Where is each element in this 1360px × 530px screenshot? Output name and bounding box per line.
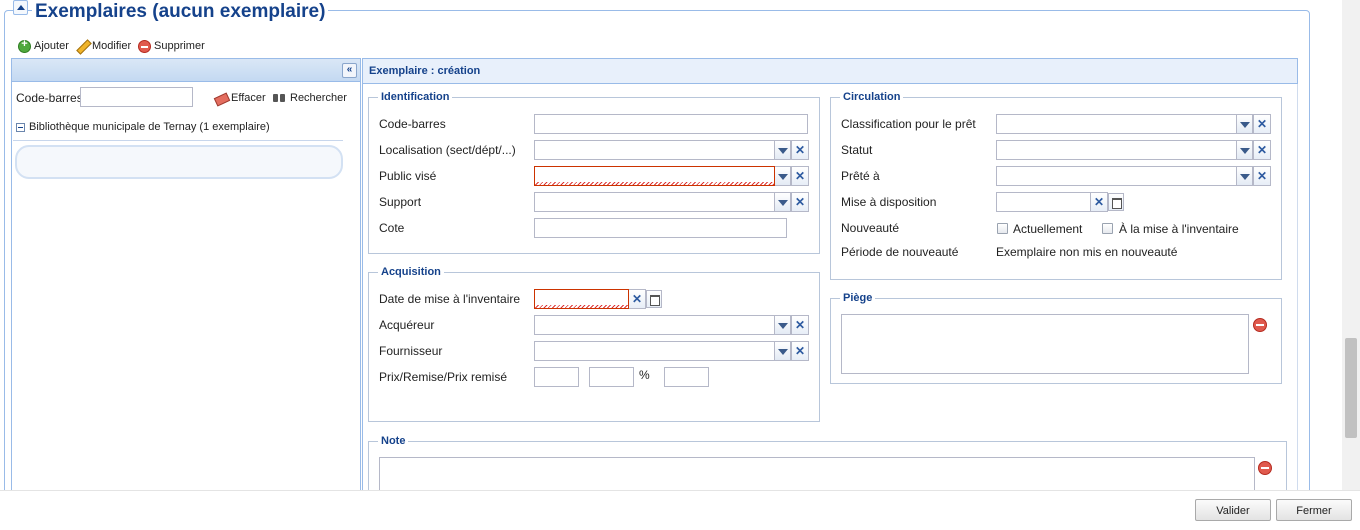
medium-dropdown-icon[interactable] (775, 192, 791, 212)
discounted-price-input[interactable] (664, 367, 709, 387)
note-legend: Note (378, 435, 409, 447)
loan-class-label: Classification pour le prêt (841, 117, 976, 131)
shelfmark-input[interactable] (534, 218, 787, 238)
status-combo[interactable] (996, 140, 1237, 160)
circulation-legend: Circulation (840, 91, 904, 103)
identification-legend: Identification (378, 91, 453, 103)
lent-to-dropdown-icon[interactable] (1237, 166, 1253, 186)
form-panel-header (362, 58, 1298, 84)
novelty-inventory-label: À la mise à l'inventaire (1119, 222, 1239, 236)
close-button[interactable]: Fermer (1276, 499, 1352, 521)
novelty-current-checkbox[interactable] (997, 223, 1008, 234)
lent-to-label: Prêté à (841, 169, 880, 183)
audience-label: Public visé (379, 169, 437, 183)
dialog-footer (0, 490, 1360, 530)
location-combo[interactable] (534, 140, 775, 160)
id-barcode-label: Code-barres (379, 117, 446, 131)
medium-label: Support (379, 195, 422, 209)
edit-button-label: Modifier (92, 40, 132, 52)
inventory-date-clear-icon[interactable]: ✕ (629, 289, 646, 309)
binoculars-icon (273, 92, 287, 104)
add-button[interactable]: Ajouter (18, 38, 69, 54)
acquirer-combo[interactable] (534, 315, 775, 335)
left-barcode-input[interactable] (80, 87, 193, 107)
novelty-inventory-checkbox[interactable] (1102, 223, 1113, 234)
medium-combo[interactable] (534, 192, 775, 212)
search-button-label: Rechercher (290, 92, 347, 104)
loan-class-dropdown-icon[interactable] (1237, 114, 1253, 134)
status-label: Statut (841, 143, 873, 157)
delete-icon (138, 39, 151, 53)
tree-node-library[interactable]: Bibliothèque municipale de Ternay (1 exe… (29, 121, 270, 133)
availability-date-input[interactable] (996, 192, 1091, 212)
location-clear-icon[interactable]: ✕ (791, 140, 809, 160)
edit-button[interactable]: Modifier (76, 38, 131, 54)
tree-divider (13, 140, 343, 141)
add-icon (18, 38, 31, 53)
percent-sign: % (639, 368, 650, 382)
inventory-date-calendar-icon[interactable] (646, 290, 662, 308)
novelty-period-value: Exemplaire non mis en nouveauté (996, 245, 1178, 259)
novelty-current-label: Actuellement (1013, 222, 1083, 236)
note-remove-icon[interactable] (1258, 461, 1272, 475)
collapse-section-icon[interactable] (13, 0, 28, 15)
status-dropdown-icon[interactable] (1237, 140, 1253, 160)
supplier-clear-icon[interactable]: ✕ (791, 341, 809, 361)
form-panel-edge (1297, 84, 1298, 492)
trap-remove-icon[interactable] (1253, 318, 1267, 332)
location-dropdown-icon[interactable] (775, 140, 791, 160)
acquirer-dropdown-icon[interactable] (775, 315, 791, 335)
supplier-dropdown-icon[interactable] (775, 341, 791, 361)
novelty-period-label: Période de nouveauté (841, 245, 959, 259)
trap-legend: Piège (840, 292, 876, 304)
location-label: Localisation (sect/dépt/...) (379, 143, 516, 157)
price-label: Prix/Remise/Prix remisé (379, 370, 508, 384)
lent-to-combo[interactable] (996, 166, 1237, 186)
inventory-date-label: Date de mise à l'inventaire (379, 292, 521, 306)
shelfmark-label: Cote (379, 221, 405, 235)
acquirer-clear-icon[interactable]: ✕ (791, 315, 809, 335)
audience-combo[interactable] (534, 166, 775, 186)
trap-textarea[interactable] (841, 314, 1249, 374)
availability-clear-icon[interactable]: ✕ (1091, 192, 1108, 212)
page-scrollbar-thumb[interactable] (1345, 338, 1357, 438)
inventory-date-input[interactable] (534, 289, 629, 309)
clear-button-label: Effacer (231, 92, 266, 104)
eraser-icon (214, 92, 228, 104)
audience-clear-icon[interactable]: ✕ (791, 166, 809, 186)
loan-class-clear-icon[interactable]: ✕ (1253, 114, 1271, 134)
id-barcode-input[interactable] (534, 114, 808, 134)
left-barcode-label: Code-barres (16, 91, 83, 105)
availability-label: Mise à disposition (841, 195, 937, 209)
acquisition-legend: Acquisition (378, 266, 444, 278)
search-button[interactable]: Rechercher (273, 90, 347, 106)
form-title: Exemplaire : création (369, 65, 481, 77)
clear-button[interactable]: Effacer (214, 90, 266, 106)
lent-to-clear-icon[interactable]: ✕ (1253, 166, 1271, 186)
add-button-label: Ajouter (34, 40, 69, 52)
status-clear-icon[interactable]: ✕ (1253, 140, 1271, 160)
pencil-icon (76, 40, 89, 53)
availability-calendar-icon[interactable] (1108, 193, 1124, 211)
price-input[interactable] (534, 367, 579, 387)
acquirer-label: Acquéreur (379, 318, 435, 332)
discount-input[interactable] (589, 367, 634, 387)
supplier-label: Fournisseur (379, 344, 443, 358)
supplier-combo[interactable] (534, 341, 775, 361)
collapse-left-panel-button[interactable]: « (342, 63, 357, 78)
audience-dropdown-icon[interactable] (775, 166, 791, 186)
validate-button[interactable]: Valider (1195, 499, 1271, 521)
delete-button[interactable]: Supprimer (138, 38, 205, 54)
loan-class-combo[interactable] (996, 114, 1237, 134)
section-title: Exemplaires (aucun exemplaire) (32, 1, 329, 23)
left-panel-header (11, 58, 361, 82)
medium-clear-icon[interactable]: ✕ (791, 192, 809, 212)
tree-collapse-icon[interactable] (16, 123, 25, 132)
tree-empty-node (15, 145, 343, 179)
novelty-label: Nouveauté (841, 221, 900, 235)
delete-button-label: Supprimer (154, 40, 205, 52)
